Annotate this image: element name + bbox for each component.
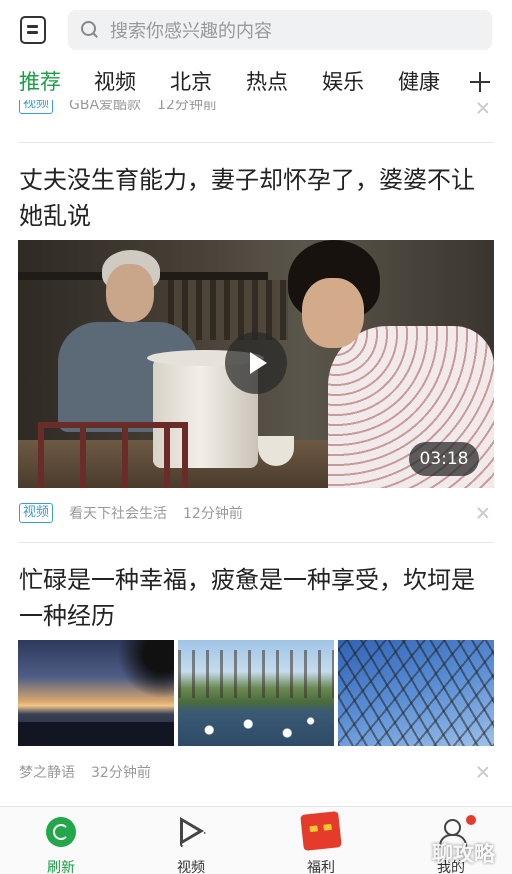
nav-video[interactable]: 视频 — [146, 807, 236, 874]
dismiss-icon[interactable] — [477, 766, 489, 778]
swan-park-image[interactable] — [178, 640, 334, 746]
news-feed-screen: 搜索你感兴趣的内容 推荐 视频 北京 热点 娱乐 健康 视频 GBA爱酷款 12… — [0, 0, 512, 874]
play-icon[interactable] — [225, 332, 287, 394]
item-meta: 梦之静语 32分钟前 — [19, 762, 151, 782]
nav-label: 视频 — [177, 860, 205, 874]
watermark: 聊攻略 — [432, 842, 495, 866]
article-title[interactable]: 忙碌是一种幸福，疲惫是一种享受，坎坷是一种经历 — [19, 562, 489, 634]
nav-refresh[interactable]: 刷新 — [16, 807, 106, 874]
sunset-lake-image[interactable] — [18, 640, 174, 746]
search-placeholder: 搜索你感兴趣的内容 — [110, 21, 272, 42]
nav-label: 刷新 — [47, 860, 75, 874]
notification-dot — [466, 815, 476, 825]
search-icon — [80, 20, 100, 40]
item-meta: 视频 看天下社会生活 12分钟前 — [19, 503, 243, 523]
item-meta: 视频 GBA爱酷款 12分钟前 — [19, 100, 217, 114]
refresh-icon — [46, 817, 76, 847]
item-time: 12分钟前 — [183, 506, 243, 522]
play-icon — [176, 817, 206, 847]
tab-hot[interactable]: 热点 — [246, 66, 288, 96]
divider — [18, 542, 494, 543]
item-source: 梦之静语 — [19, 765, 75, 781]
dismiss-icon[interactable] — [477, 507, 489, 519]
search-input[interactable]: 搜索你感兴趣的内容 — [68, 10, 492, 50]
top-bar: 搜索你感兴趣的内容 — [0, 0, 512, 60]
gift-icon — [300, 811, 342, 851]
add-tab-icon[interactable] — [468, 70, 492, 94]
tab-health[interactable]: 健康 — [398, 66, 440, 96]
tab-recommend[interactable]: 推荐 — [19, 66, 61, 96]
nav-label: 福利 — [307, 860, 335, 874]
bare-trees-sky-image[interactable] — [338, 640, 494, 746]
divider — [18, 142, 494, 143]
item-time: 32分钟前 — [91, 765, 151, 781]
nav-welfare[interactable]: 福利 — [276, 807, 366, 874]
video-duration: 03:18 — [409, 442, 479, 476]
video-badge: 视频 — [19, 503, 54, 523]
dismiss-icon[interactable] — [477, 102, 489, 114]
article-title[interactable]: 丈夫没生育能力，妻子却怀孕了，婆婆不让她乱说 — [19, 162, 489, 234]
tab-entertainment[interactable]: 娱乐 — [322, 66, 364, 96]
category-tabs: 推荐 视频 北京 热点 娱乐 健康 — [0, 60, 512, 104]
item-source: 看天下社会生活 — [69, 506, 168, 522]
tab-video[interactable]: 视频 — [94, 66, 136, 96]
item-time: 12分钟前 — [157, 100, 217, 113]
video-badge: 视频 — [19, 100, 54, 114]
tab-beijing[interactable]: 北京 — [170, 66, 212, 96]
menu-icon[interactable] — [20, 16, 46, 44]
list-item-partial[interactable]: 视频 GBA爱酷款 12分钟前 — [0, 100, 512, 126]
item-source: GBA爱酷款 — [69, 100, 142, 113]
video-thumbnail[interactable]: 03:18 — [18, 240, 494, 488]
